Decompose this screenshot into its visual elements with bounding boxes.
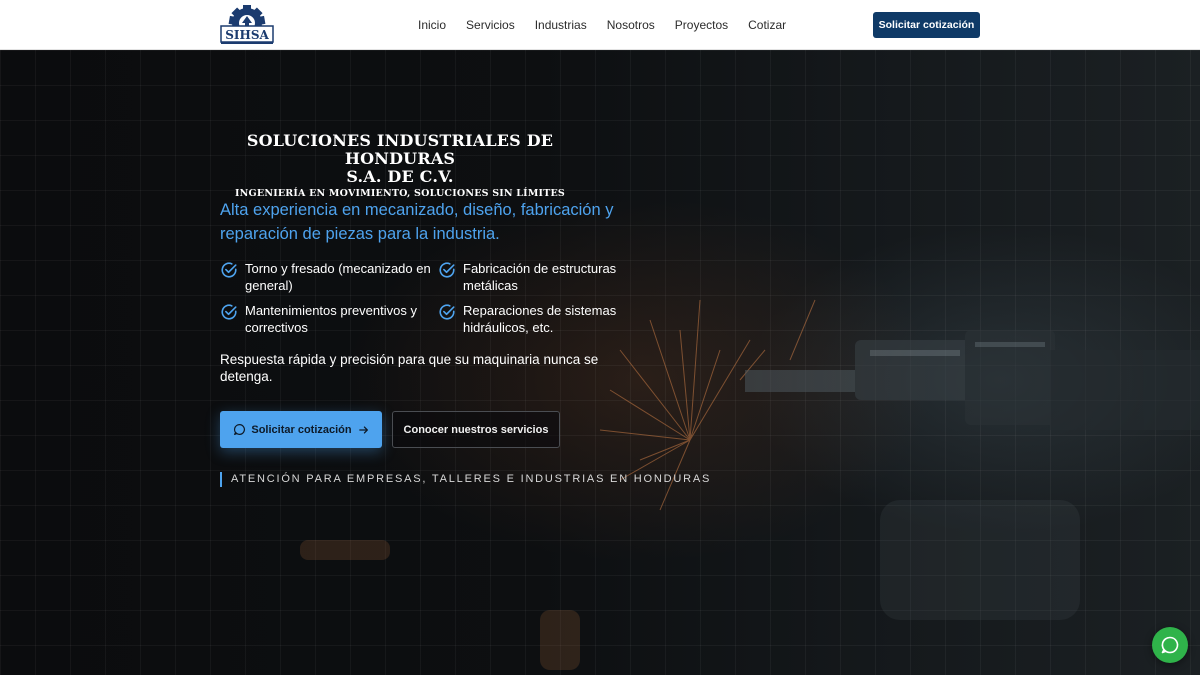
feature-item: Mantenimientos preventivos y correctivos	[220, 302, 438, 336]
feature-item: Fabricación de estructuras metálicas	[438, 260, 656, 294]
feature-text: Reparaciones de sistemas hidráulicos, et…	[463, 303, 617, 335]
foreground-blur	[300, 500, 1080, 670]
nav-link-nosotros[interactable]: Nosotros	[597, 0, 665, 50]
chat-bubble-icon	[1161, 636, 1179, 654]
sihsa-logo[interactable]: SIHSA	[218, 5, 276, 45]
page: SIHSA Inicio Servicios Industrias Nosotr…	[0, 0, 1200, 675]
chat-bubble-icon	[234, 424, 246, 435]
feature-item: Reparaciones de sistemas hidráulicos, et…	[438, 302, 656, 336]
feature-text: Torno y fresado (mecanizado en general)	[245, 261, 431, 293]
nav-link-servicios[interactable]: Servicios	[456, 0, 525, 50]
chat-fab-button[interactable]	[1152, 627, 1188, 663]
feature-list: Torno y fresado (mecanizado en general) …	[220, 260, 660, 336]
nav-link-cotizar[interactable]: Cotizar	[738, 0, 796, 50]
hero-lead-text: Alta experiencia en mecanizado, diseño, …	[220, 201, 614, 243]
check-circle-icon	[221, 304, 237, 320]
nav-link-inicio[interactable]: Inicio	[408, 0, 456, 50]
company-name-line1: SOLUCIONES INDUSTRIALES DE HONDURAS	[246, 131, 554, 168]
logo-text: SIHSA	[225, 28, 269, 42]
nav-link-proyectos[interactable]: Proyectos	[665, 0, 738, 50]
header-quote-button[interactable]: Solicitar cotización	[873, 12, 980, 38]
feature-text: Fabricación de estructuras metálicas	[463, 261, 617, 293]
nav-link-industrias[interactable]: Industrias	[525, 0, 597, 50]
feature-text: Mantenimientos preventivos y correctivos	[245, 303, 417, 335]
check-circle-icon	[439, 304, 455, 320]
check-circle-icon	[439, 262, 455, 278]
check-circle-icon	[221, 262, 237, 278]
services-button[interactable]: Conocer nuestros servicios	[392, 411, 560, 448]
hero-quote-button-label: Solicitar cotización	[251, 423, 352, 436]
arrow-right-icon	[358, 425, 368, 434]
hero-quote-button[interactable]: Solicitar cotización	[220, 411, 382, 448]
attention-banner: ATENCIÓN PARA EMPRESAS, TALLERES E INDUS…	[220, 472, 711, 487]
company-heading: SOLUCIONES INDUSTRIALES DE HONDURAS S.A.…	[220, 131, 580, 200]
site-header: SIHSA Inicio Servicios Industrias Nosotr…	[0, 0, 1200, 50]
response-text: Respuesta rápida y precisión para que su…	[220, 352, 599, 384]
main-nav: Inicio Servicios Industrias Nosotros Pro…	[408, 0, 796, 50]
feature-item: Torno y fresado (mecanizado en general)	[220, 260, 438, 294]
lathe-chuck	[745, 330, 1200, 430]
company-name-line2: S.A. DE C.V.	[346, 167, 454, 186]
